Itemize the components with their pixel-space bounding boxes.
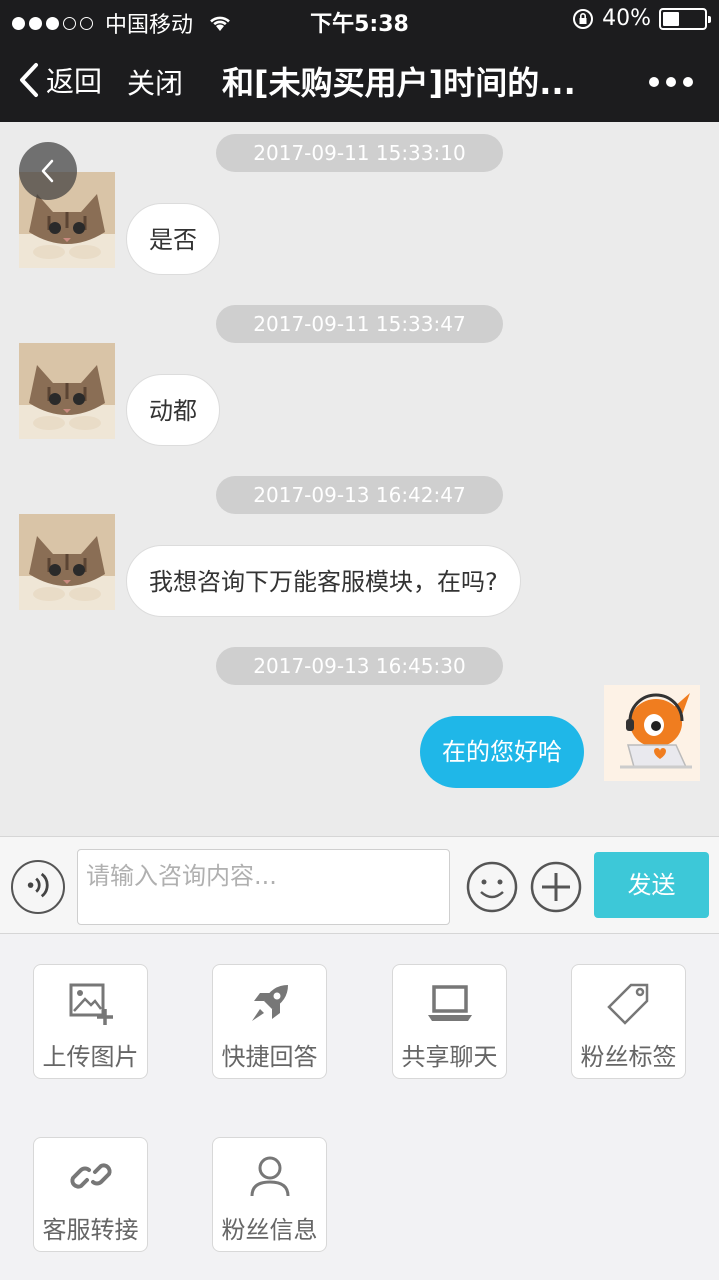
message-bubble-incoming[interactable]: 动都	[126, 374, 220, 446]
user-icon	[250, 1156, 290, 1197]
send-button[interactable]: 发送	[594, 852, 709, 918]
back-label: 返回	[46, 65, 103, 98]
message-timestamp: 2017-09-11 15:33:10	[216, 134, 503, 172]
chevron-left-icon	[20, 63, 38, 97]
voice-input-button[interactable]	[11, 860, 65, 914]
avatar-agent[interactable]	[604, 685, 700, 781]
message-input-bar: 发送	[0, 836, 719, 934]
rotation-lock-icon	[573, 8, 594, 29]
avatar-cat[interactable]	[19, 343, 115, 439]
top-bar: 中国移动 下午5:38 40% 返回 关闭 和[未购买用户]时间的...	[0, 0, 719, 122]
tool-label: 粉丝信息	[221, 1216, 318, 1244]
page-title: 和[未购买用户]时间的...	[222, 64, 576, 102]
cat-avatar-image	[19, 343, 115, 439]
laptop-icon	[428, 985, 472, 1021]
transfer-agent-button[interactable]: 客服转接	[33, 1137, 148, 1252]
upload-image-icon	[69, 983, 113, 1025]
message-bubble-outgoing[interactable]: 在的您好哈	[420, 716, 584, 788]
function-panel: 上传图片 快捷回答 共享聊天 粉丝标签 客服转接 粉丝信息	[0, 934, 719, 1280]
agent-mascot-avatar	[604, 685, 700, 781]
more-menu-button[interactable]	[649, 77, 693, 87]
status-right: 40%	[572, 6, 711, 31]
tool-label: 共享聊天	[401, 1043, 498, 1071]
message-timestamp: 2017-09-13 16:45:30	[216, 647, 503, 685]
plus-button[interactable]	[529, 860, 583, 914]
chat-area[interactable]: 2017-09-11 15:33:10 是否 2017-09-11 15:33:…	[0, 122, 719, 836]
link-icon	[70, 1163, 112, 1189]
status-bar: 中国移动 下午5:38 40%	[0, 0, 719, 40]
battery-icon	[659, 7, 711, 30]
voice-icon	[27, 872, 49, 898]
message-input[interactable]	[77, 849, 450, 925]
battery-percent: 40%	[602, 6, 651, 31]
message-timestamp: 2017-09-13 16:42:47	[216, 476, 503, 514]
message-bubble-incoming[interactable]: 我想咨询下万能客服模块，在吗?	[126, 545, 521, 617]
tool-label: 粉丝标签	[580, 1043, 677, 1071]
more-dot	[649, 77, 659, 87]
smiley-icon	[466, 861, 518, 913]
share-chat-button[interactable]: 共享聊天	[392, 964, 507, 1079]
close-button[interactable]: 关闭	[127, 62, 183, 102]
quick-reply-button[interactable]: 快捷回答	[212, 964, 327, 1079]
rocket-icon	[252, 985, 288, 1021]
floating-back-button[interactable]	[19, 142, 77, 200]
cat-avatar-image	[19, 514, 115, 610]
message-bubble-incoming[interactable]: 是否	[126, 203, 220, 275]
tool-label: 快捷回答	[221, 1043, 318, 1071]
more-dot	[683, 77, 693, 87]
back-button[interactable]: 返回	[18, 60, 102, 100]
upload-image-button[interactable]: 上传图片	[33, 964, 148, 1079]
emoji-button[interactable]	[465, 860, 519, 914]
avatar-cat[interactable]	[19, 514, 115, 610]
chevron-left-icon	[41, 159, 54, 183]
more-dot	[666, 77, 676, 87]
plus-icon	[530, 861, 582, 913]
tag-icon	[607, 983, 649, 1025]
tool-label: 客服转接	[42, 1216, 139, 1244]
message-timestamp: 2017-09-11 15:33:47	[216, 305, 503, 343]
fan-info-button[interactable]: 粉丝信息	[212, 1137, 327, 1252]
nav-bar: 返回 关闭 和[未购买用户]时间的...	[0, 40, 719, 122]
battery-fill	[663, 11, 679, 26]
tool-label: 上传图片	[42, 1043, 139, 1071]
fan-tags-button[interactable]: 粉丝标签	[571, 964, 686, 1079]
